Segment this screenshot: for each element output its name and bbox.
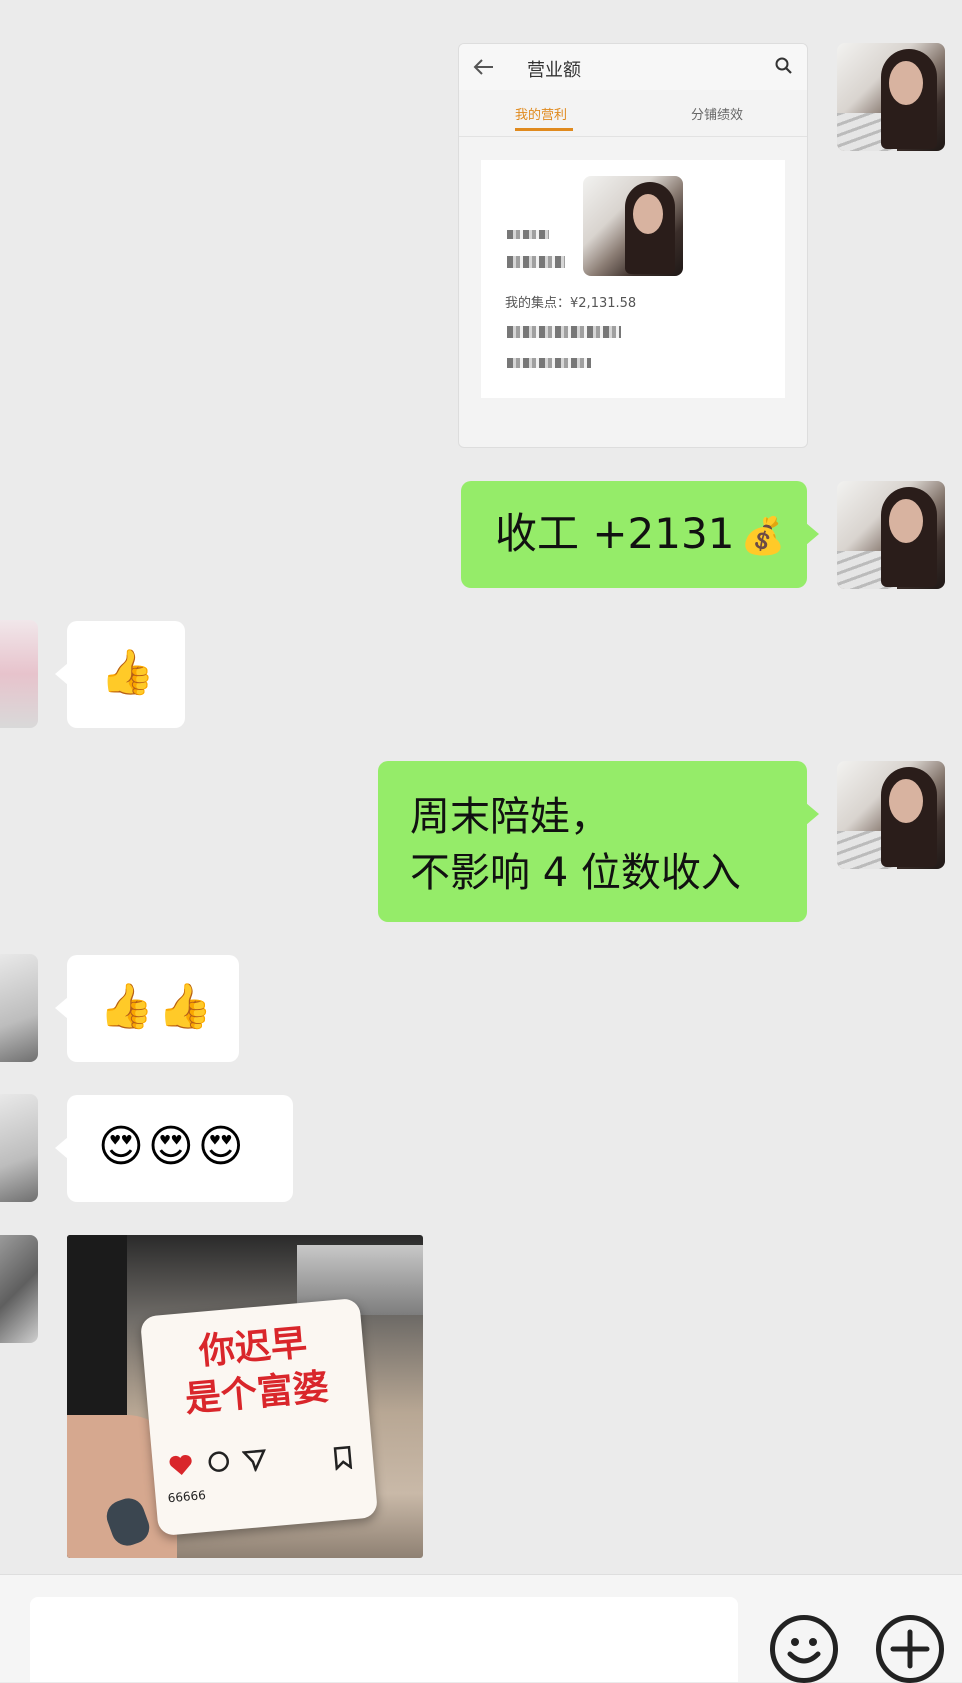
thumbs-up-emojis: 👍👍 <box>99 981 217 1032</box>
bubble-tail <box>55 663 68 685</box>
screenshot-header: 营业额 <box>459 44 807 90</box>
emoji-button[interactable] <box>770 1615 838 1683</box>
search-icon <box>775 57 792 74</box>
blurred-text <box>507 256 565 268</box>
contact-avatar[interactable] <box>0 620 38 728</box>
message-text: 周末陪娃， 不影响 4 位数收入 <box>410 789 741 901</box>
more-button[interactable] <box>876 1615 944 1683</box>
bookmark-icon <box>333 1445 353 1471</box>
message-text: 收工 +2131 💰 <box>495 509 785 562</box>
screenshot-card: 我的集点：¥2,131.58 <box>481 160 785 398</box>
emoji-icon <box>787 1638 821 1664</box>
blurred-text <box>507 230 549 239</box>
my-avatar[interactable] <box>837 43 945 151</box>
revenue-screenshot-image[interactable]: 营业额 我的营利 分铺绩效 我的集点：¥2,131.58 <box>458 43 808 448</box>
screenshot-title: 营业额 <box>527 60 581 81</box>
heart-eyes-emojis: 😍😍😍 <box>98 1121 248 1172</box>
points-label: 我的集点： <box>505 296 571 311</box>
my-avatar[interactable] <box>837 761 945 869</box>
photo-message-image[interactable]: 你迟早 是个富婆 66666 <box>67 1235 423 1558</box>
outgoing-message-bubble[interactable]: 周末陪娃， 不影响 4 位数收入 <box>378 761 807 922</box>
message-text-main: 收工 +2131 <box>495 509 735 558</box>
incoming-message-bubble[interactable]: 👍 <box>67 621 185 728</box>
back-arrow-icon <box>473 59 493 75</box>
tab-underline <box>515 128 573 131</box>
overlay-avatar <box>583 176 683 276</box>
message-line-2: 不影响 4 位数收入 <box>410 850 741 896</box>
divider <box>459 136 807 137</box>
contact-avatar[interactable] <box>0 954 38 1062</box>
blurred-text <box>507 358 591 368</box>
outgoing-message-bubble[interactable]: 收工 +2131 💰 <box>461 481 807 588</box>
sign-text: 你迟早 是个富婆 <box>151 1317 358 1426</box>
bubble-tail <box>806 523 819 545</box>
contact-avatar[interactable] <box>0 1235 38 1343</box>
incoming-message-bubble[interactable]: 👍👍 <box>67 955 239 1062</box>
blurred-text <box>507 326 621 338</box>
screenshot-tab-other: 分铺绩效 <box>691 108 744 123</box>
points-line: 我的集点：¥2,131.58 <box>505 292 636 311</box>
message-input[interactable] <box>30 1597 738 1682</box>
message-line-1: 周末陪娃， <box>410 794 610 840</box>
money-bag-icon: 💰 <box>740 516 786 557</box>
screenshot-tab-active: 我的营利 <box>515 108 568 123</box>
heart-icon <box>169 1454 192 1475</box>
likes-count: 66666 <box>167 1487 207 1506</box>
incoming-message-bubble[interactable]: 😍😍😍 <box>67 1095 293 1202</box>
contact-avatar[interactable] <box>0 1094 38 1202</box>
points-value: ¥2,131.58 <box>570 296 637 311</box>
thumbs-up-emoji: 👍 <box>100 647 155 698</box>
plus-icon <box>890 1629 930 1669</box>
comment-icon <box>208 1451 229 1472</box>
bubble-tail <box>806 803 819 825</box>
bubble-tail <box>55 997 68 1019</box>
sign-card: 你迟早 是个富婆 66666 <box>139 1297 379 1537</box>
my-avatar[interactable] <box>837 481 945 589</box>
chat-input-bar <box>0 1574 962 1683</box>
bubble-tail <box>55 1137 68 1159</box>
send-icon <box>241 1449 266 1473</box>
